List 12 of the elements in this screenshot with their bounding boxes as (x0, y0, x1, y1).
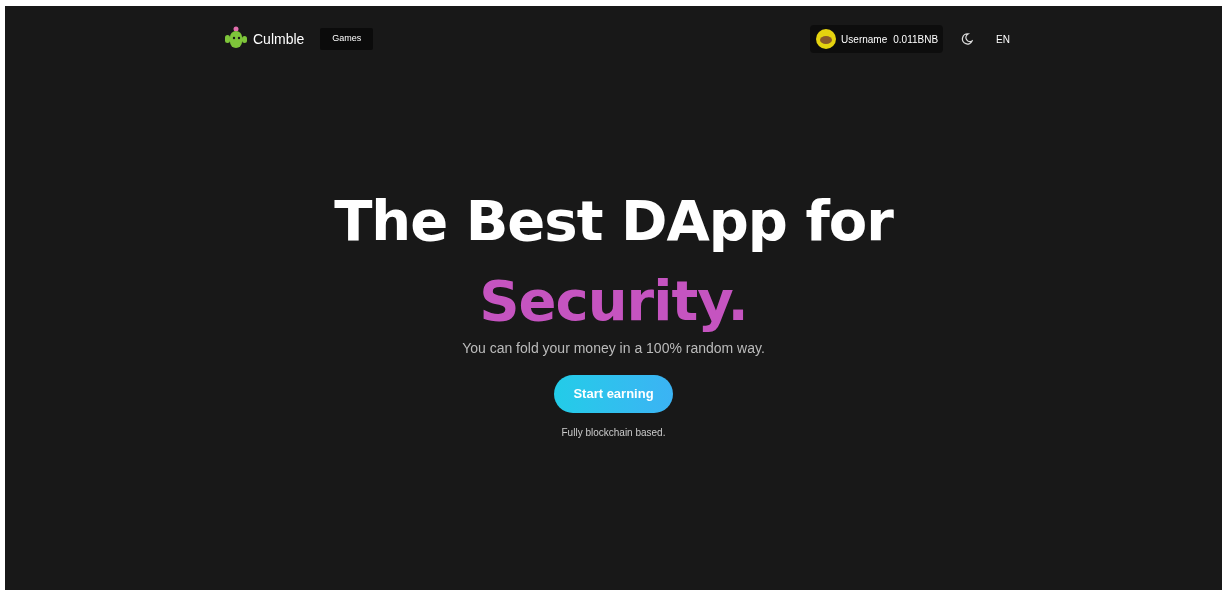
brand-name[interactable]: Culmble (253, 28, 305, 50)
hero-title: The Best DApp for (334, 189, 893, 253)
moon-icon[interactable] (961, 33, 974, 45)
hero-highlight: Security. (479, 269, 748, 333)
account-chip[interactable]: Username 0.011BNB (810, 25, 944, 53)
avatar-icon (815, 28, 838, 50)
username: Username (841, 32, 888, 47)
note-text: Fully blockchain based. (561, 426, 666, 440)
hero-subtitle: You can fold your money in a 100% random way. (462, 339, 765, 358)
nav-link[interactable]: Games (320, 28, 374, 50)
language-button[interactable]: EN (996, 31, 1010, 47)
balance: 0.011BNB (893, 32, 939, 47)
